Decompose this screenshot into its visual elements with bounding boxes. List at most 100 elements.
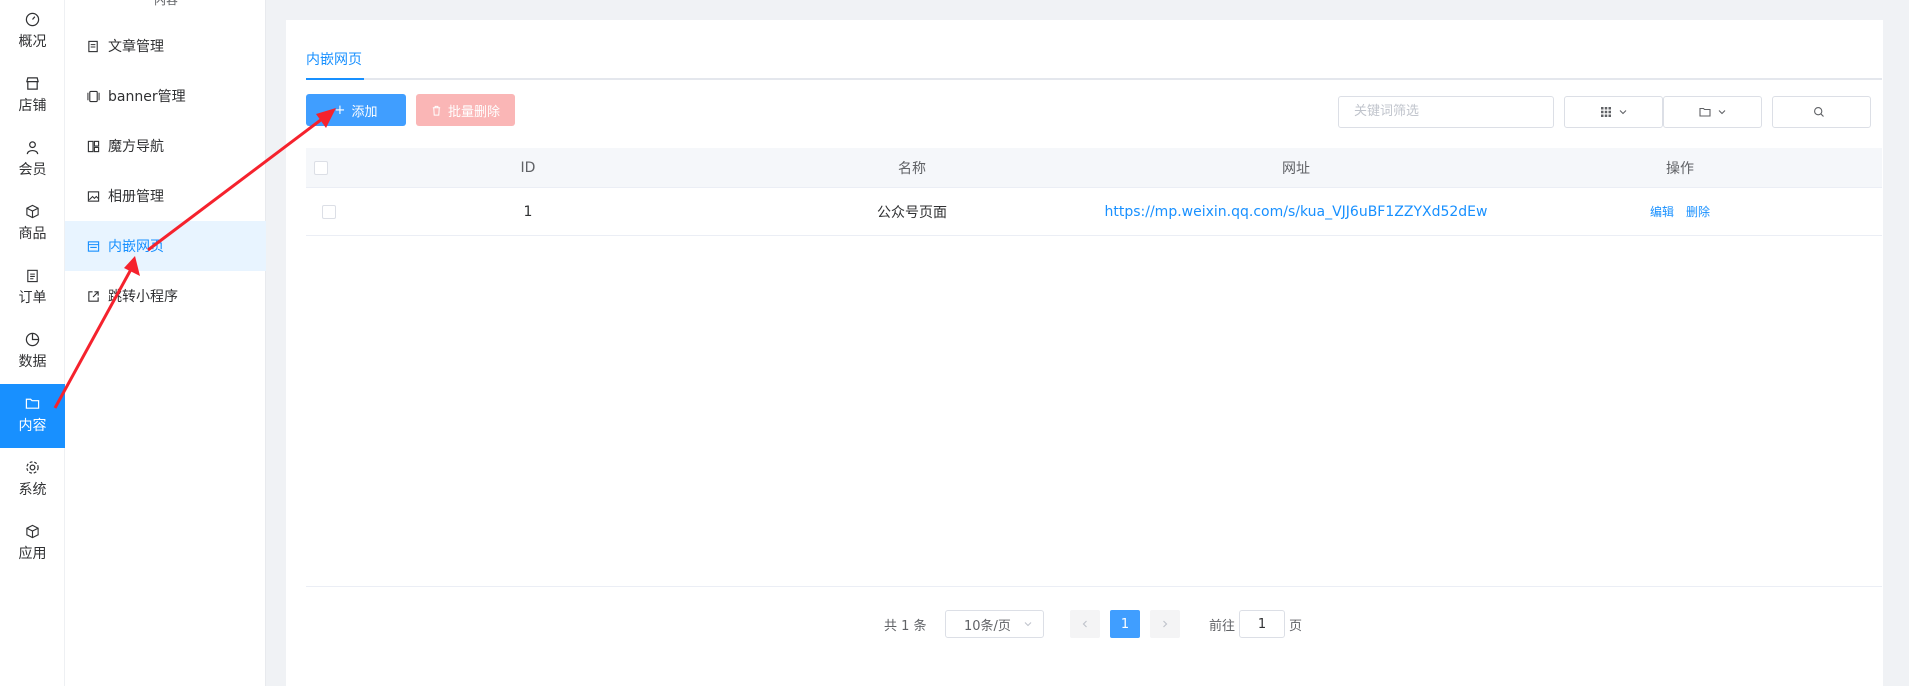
primary-nav: 概况 店铺 会员 商品 订单 数据 内容 系统 应用 (0, 0, 65, 686)
cell-id: 1 (523, 203, 533, 220)
clipboard-icon (27, 269, 38, 283)
nav-item-goods[interactable]: 商品 (0, 192, 65, 256)
search-icon (1813, 107, 1824, 117)
sidebar-item-album[interactable]: 相册管理 (65, 171, 266, 221)
nav-label: 店铺 (18, 98, 47, 114)
column-header-url: 网址 (1282, 160, 1310, 177)
batch-delete-button[interactable]: 批量删除 (416, 94, 515, 126)
prev-wrapper (1070, 610, 1100, 638)
select-all-checkbox[interactable] (314, 160, 328, 175)
nav-item-overview[interactable]: 概况 (0, 0, 65, 64)
column-header-name: 名称 (898, 160, 926, 177)
nav-item-order[interactable]: 订单 (0, 256, 65, 320)
sidebar-item-label: 魔方导航 (108, 139, 164, 155)
sidebar-title: 内容 (141, 0, 191, 8)
external-link-icon (88, 290, 99, 302)
total-count: 共 1 条 (884, 618, 927, 634)
nav-label: 系统 (18, 482, 47, 498)
sidebar-item-label: 相册管理 (108, 189, 164, 205)
cell-actions: 编辑 删除 (1488, 188, 1872, 235)
page-unit-label: 页 (1289, 618, 1303, 634)
chevron-left-icon (1082, 620, 1087, 628)
goto-wrapper: 前往 1 页 (1209, 610, 1302, 638)
chevron-right-icon (1163, 620, 1168, 628)
column-header-actions: 操作 (1666, 160, 1694, 177)
nav-item-store[interactable]: 店铺 (0, 64, 65, 128)
folder-icon (25, 398, 40, 409)
article-icon (88, 40, 98, 52)
column-header-id: ID (520, 159, 536, 176)
cell-url-link[interactable]: https://mp.weixin.qq.com/s/kua_VJJ6uBF1Z… (1104, 188, 1488, 235)
nav-label: 订单 (18, 290, 47, 306)
grid-view-select[interactable] (1564, 96, 1663, 128)
pie-chart-icon (25, 332, 40, 347)
nav-item-member[interactable]: 会员 (0, 128, 65, 192)
gear-icon (26, 461, 39, 474)
table-header: ID 名称 网址 操作 (306, 148, 1882, 188)
cube-grid-icon (87, 140, 100, 152)
nav-label: 概况 (18, 34, 47, 50)
plus-icon: + (334, 102, 346, 118)
tab-bar: 内嵌网页 (306, 48, 1882, 80)
sidebar-item-embedded-page[interactable]: 内嵌网页 (65, 221, 266, 271)
sidebar-item-label: banner管理 (108, 89, 186, 105)
next-page-button[interactable] (1150, 610, 1180, 638)
chevron-down-icon (1718, 110, 1725, 115)
sidebar-item-cube-nav[interactable]: 魔方导航 (65, 121, 266, 171)
secondary-sidebar: 内容 文章管理 banner管理 魔方导航 相册管理 内嵌网页 跳转小程序 (65, 0, 266, 686)
nav-item-content[interactable]: 内容 (0, 384, 65, 448)
cell-name: 公众号页面 (877, 204, 947, 221)
nav-label: 内容 (18, 418, 47, 434)
sidebar-item-label: 内嵌网页 (108, 239, 164, 255)
dashboard-icon (25, 12, 40, 27)
pagination: 共 1 条 (884, 610, 927, 638)
prev-page-button[interactable] (1070, 610, 1100, 638)
table-row: 1 公众号页面 https://mp.weixin.qq.com/s/kua_V… (306, 188, 1882, 236)
select-all-cell (306, 148, 336, 187)
nav-label: 商品 (18, 226, 47, 242)
page-size-value: 10条/页 (964, 618, 1011, 634)
search-button[interactable] (1772, 96, 1871, 128)
chevron-down-icon (1619, 110, 1626, 115)
webpage-icon (87, 240, 100, 252)
folder-icon (1698, 107, 1711, 117)
page-size-wrapper: 10条/页 (945, 610, 1044, 638)
sidebar-item-mini-program[interactable]: 跳转小程序 (65, 271, 266, 321)
nav-label: 会员 (18, 162, 47, 178)
nav-label: 应用 (18, 546, 47, 562)
table-footer-divider (306, 586, 1882, 587)
edit-link[interactable]: 编辑 (1650, 203, 1674, 220)
page-size-select[interactable]: 10条/页 (945, 610, 1044, 638)
sidebar-item-label: 跳转小程序 (108, 289, 178, 305)
user-icon (26, 141, 39, 155)
banner-icon (87, 90, 100, 102)
delete-link[interactable]: 删除 (1686, 203, 1710, 220)
chevron-down-icon (1024, 622, 1032, 627)
box-icon (26, 204, 39, 219)
page-number-1[interactable]: 1 (1110, 610, 1140, 638)
album-icon (87, 190, 100, 202)
trash-icon (432, 105, 441, 116)
store-icon (26, 77, 39, 90)
goto-label: 前往 (1209, 618, 1236, 634)
goto-page-input[interactable]: 1 (1239, 610, 1286, 638)
nav-item-apps[interactable]: 应用 (0, 512, 65, 576)
main-panel: 内嵌网页 + 添加 批量删除 关键词筛选 ID 名称 网址 操作 1 公众号页面… (286, 20, 1883, 686)
row-checkbox[interactable] (322, 204, 336, 219)
nav-label: 数据 (18, 354, 47, 370)
tab-embedded-page[interactable]: 内嵌网页 (306, 48, 364, 80)
sidebar-item-label: 文章管理 (108, 39, 164, 55)
grid-icon (1600, 107, 1611, 117)
add-button[interactable]: + 添加 (306, 94, 406, 126)
keyword-filter-input[interactable]: 关键词筛选 (1338, 96, 1554, 128)
sidebar-item-articles[interactable]: 文章管理 (65, 21, 266, 71)
nav-item-data[interactable]: 数据 (0, 320, 65, 384)
sidebar-item-banner[interactable]: banner管理 (65, 71, 266, 121)
add-button-label: 添加 (351, 104, 378, 120)
cube-icon (26, 524, 39, 539)
current-page-wrapper: 1 (1110, 610, 1140, 638)
nav-item-system[interactable]: 系统 (0, 448, 65, 512)
batch-delete-label: 批量删除 (447, 104, 500, 120)
next-wrapper (1150, 610, 1180, 638)
folder-select[interactable] (1663, 96, 1762, 128)
